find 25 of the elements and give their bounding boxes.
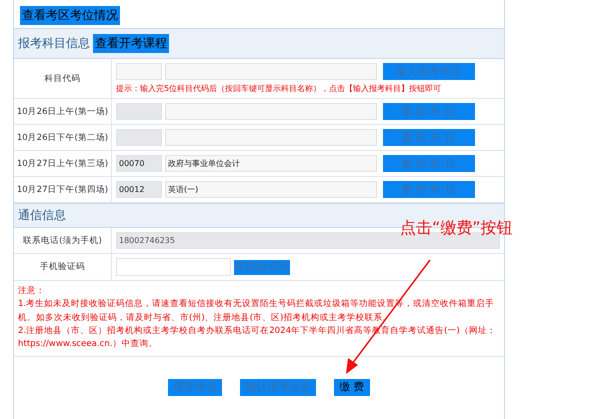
name-field[interactable]	[165, 103, 377, 120]
row-label: 10月27日下午(第四场)	[14, 177, 112, 202]
name-field[interactable]	[165, 129, 377, 146]
code-field[interactable]	[116, 103, 162, 120]
code-field[interactable]	[116, 63, 162, 80]
exam-seat-link[interactable]: 查看考区考位情况	[20, 6, 120, 25]
row-label: 联系电话(须为手机)	[14, 228, 112, 253]
row-label: 10月26日下午(第二场)	[14, 125, 112, 150]
code-field[interactable]: 00012	[116, 181, 162, 198]
row-label: 科目代码	[14, 59, 112, 98]
name-field[interactable]: 英语(一)	[165, 181, 377, 198]
notice-text: 注意：	[18, 285, 46, 298]
section-title: 报考科目信息	[18, 35, 90, 52]
section-title: 通信信息	[18, 207, 66, 224]
verification-field[interactable]	[116, 258, 231, 276]
row-label: 手机验证码	[14, 254, 112, 280]
action-button[interactable]: 缴 费	[334, 378, 370, 396]
code-field[interactable]	[116, 129, 162, 146]
hint-text: 提示：输入完5位科目代码后（按回车键可显示科目名称），点击【输入报考科目】按钮即可	[116, 83, 442, 94]
row-label: 10月27日上午(第三场)	[14, 151, 112, 176]
name-field[interactable]	[165, 63, 377, 80]
row-label: 10月26日上午(第一场)	[14, 99, 112, 124]
code-field[interactable]: 00070	[116, 155, 162, 172]
course-link[interactable]: 查看开考课程	[93, 34, 169, 53]
name-field[interactable]: 政府与事业单位会计	[165, 155, 377, 172]
